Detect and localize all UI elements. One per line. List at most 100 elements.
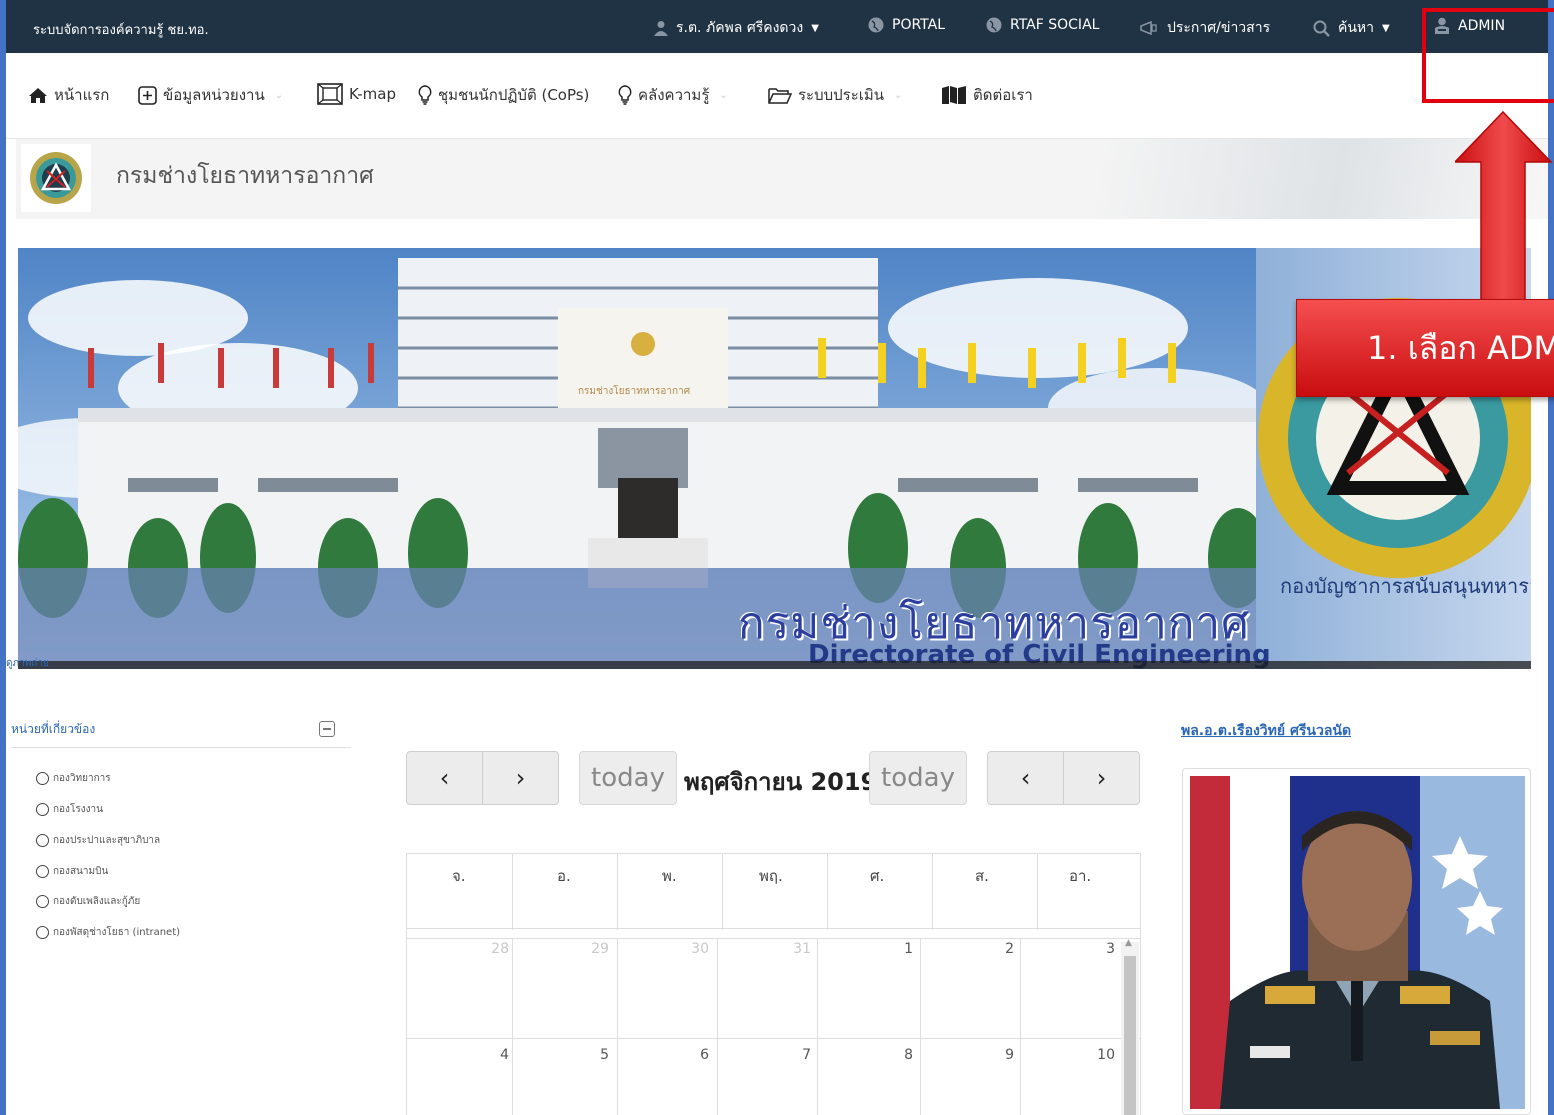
- nav-unit-info-label: ข้อมูลหน่วยงาน: [163, 86, 265, 104]
- grid-line: [722, 854, 723, 930]
- rtaf-social-link[interactable]: RTAF SOCIAL: [986, 17, 1099, 33]
- lightbulb-icon: [418, 85, 432, 105]
- nav-home[interactable]: หน้าแรก: [28, 83, 109, 107]
- day-cell[interactable]: 2: [984, 941, 1014, 957]
- collapse-toggle-icon[interactable]: [319, 721, 335, 737]
- grid-line: [1020, 938, 1021, 1115]
- weekday-label: พ.: [662, 867, 677, 885]
- unit-item[interactable]: กองโรงงาน: [36, 802, 103, 817]
- search-menu[interactable]: ค้นหา ▼: [1313, 17, 1390, 39]
- circle-icon: [36, 865, 49, 878]
- unit-item[interactable]: กองประปาและสุขาภิบาล: [36, 833, 160, 848]
- day-cell[interactable]: 8: [883, 1047, 913, 1063]
- scrollbar-thumb[interactable]: [1124, 956, 1136, 1115]
- chevron-down-icon: ⌄: [719, 89, 728, 101]
- folder-open-icon: [768, 87, 792, 104]
- calendar-scrollbar[interactable]: ▲: [1121, 938, 1139, 1115]
- org-logo[interactable]: [21, 144, 91, 212]
- callout-arrow-icon: [1455, 110, 1553, 305]
- admin-highlight-box: [1422, 8, 1554, 103]
- photo-caption-link[interactable]: ดูภาพถ่าย: [6, 656, 49, 671]
- day-cell[interactable]: 7: [781, 1047, 811, 1063]
- nav-cops[interactable]: ชุมชนนักปฏิบัติ (CoPs): [418, 83, 589, 107]
- unit-item[interactable]: กองวิทยาการ: [36, 771, 111, 786]
- nav-kmap[interactable]: K-map: [317, 83, 396, 105]
- unit-label: กองพัสดุช่างโยธา (intranet): [53, 927, 181, 938]
- divider: [11, 747, 351, 748]
- calendar-prev-button[interactable]: ‹: [406, 751, 483, 805]
- scroll-up-icon[interactable]: ▲: [1125, 938, 1132, 948]
- units-title: หน่วยที่เกี่ยวข้อง: [11, 722, 96, 736]
- lightbulb-icon: [618, 85, 632, 105]
- portal-link[interactable]: PORTAL: [868, 17, 945, 33]
- nav-home-label: หน้าแรก: [54, 86, 110, 104]
- top-bar: ระบบจัดการองค์ความรู้ ชย.ทอ. ร.ต. ภัคพล …: [6, 0, 1548, 53]
- day-cell[interactable]: 30: [679, 941, 709, 957]
- grid-line: [617, 938, 618, 1115]
- weekday-label: อา.: [1069, 867, 1092, 885]
- nav-eval[interactable]: ระบบประเมิน ⌄: [768, 83, 902, 107]
- grid-line: [617, 854, 618, 930]
- day-cell[interactable]: 28: [479, 941, 509, 957]
- nav-contact-label: ติดต่อเรา: [973, 86, 1033, 104]
- day-cell[interactable]: 29: [579, 941, 609, 957]
- nav-knowledge-label: คลังความรู้: [638, 86, 710, 104]
- nav-eval-label: ระบบประเมิน: [798, 86, 885, 104]
- nav-unit-info[interactable]: ข้อมูลหน่วยงาน ⌄: [138, 83, 283, 107]
- calendar-today-button-2[interactable]: today: [869, 751, 967, 805]
- day-cell[interactable]: 4: [479, 1047, 509, 1063]
- nav-knowledge[interactable]: คลังความรู้ ⌄: [618, 83, 728, 107]
- circle-icon: [36, 895, 49, 908]
- calendar-prev-button-2[interactable]: ‹: [987, 751, 1064, 805]
- calendar-next-button-2[interactable]: ›: [1063, 751, 1140, 805]
- globe-icon: [986, 17, 1002, 33]
- unit-item[interactable]: กองพัสดุช่างโยธา (intranet): [36, 925, 180, 940]
- day-cell[interactable]: 31: [781, 941, 811, 957]
- weekday-header: จ. อ. พ. พฤ. ศ. ส. อา.: [407, 853, 1140, 930]
- commander-name-link[interactable]: พล.อ.ต.เรืองวิทย์ ศรีนวลนัด: [1181, 720, 1351, 742]
- commander-photo-card: [1182, 768, 1531, 1115]
- user-menu[interactable]: ร.ต. ภัคพล ศรีคงดวง ▼: [654, 17, 819, 39]
- day-cell[interactable]: 1: [883, 941, 913, 957]
- circle-icon: [36, 834, 49, 847]
- day-cell[interactable]: 9: [984, 1047, 1014, 1063]
- portal-label: PORTAL: [892, 17, 946, 33]
- grid-line: [407, 938, 1140, 939]
- grid-line: [827, 854, 828, 930]
- megaphone-icon: [1140, 20, 1157, 36]
- chevron-down-icon: ⌄: [894, 89, 903, 101]
- calendar-today-button[interactable]: today: [579, 751, 677, 805]
- portrait-image: [1190, 776, 1525, 1109]
- unit-label: กองวิทยาการ: [53, 773, 111, 784]
- day-cell[interactable]: 10: [1085, 1047, 1115, 1063]
- plus-square-icon: [138, 85, 157, 105]
- commander-photo[interactable]: [1190, 776, 1525, 1109]
- calendar-title: พฤศจิกายน 2019: [684, 768, 878, 796]
- unit-label: กองโรงงาน: [53, 804, 103, 815]
- svg-text:กรมช่างโยธาทหารอากาศ: กรมช่างโยธาทหารอากาศ: [578, 384, 691, 397]
- unit-item[interactable]: กองสนามบิน: [36, 864, 108, 879]
- search-label: ค้นหา: [1338, 20, 1375, 36]
- day-cell[interactable]: 6: [679, 1047, 709, 1063]
- unit-label: กองประปาและสุขาภิบาล: [53, 835, 161, 846]
- grid-line: [920, 938, 921, 1115]
- map-icon: [942, 86, 966, 104]
- user-name: ร.ต. ภัคพล ศรีคงดวง: [676, 20, 804, 36]
- nav-kmap-label: K-map: [349, 85, 396, 103]
- day-cell[interactable]: 3: [1085, 941, 1115, 957]
- calendar-next-button[interactable]: ›: [482, 751, 559, 805]
- caret-down-icon: ▼: [811, 22, 819, 34]
- rtaf-social-label: RTAF SOCIAL: [1010, 17, 1100, 33]
- news-link[interactable]: ประกาศ/ข่าวสาร: [1139, 17, 1270, 39]
- site-brand[interactable]: ระบบจัดการองค์ความรู้ ชย.ทอ.: [33, 19, 209, 40]
- emblem-icon: [30, 152, 82, 204]
- nav-contact[interactable]: ติดต่อเรา: [941, 83, 1033, 107]
- weekday-label: จ.: [452, 867, 466, 885]
- day-cell[interactable]: 5: [579, 1047, 609, 1063]
- grid-line: [932, 854, 933, 930]
- instruction-callout: 1. เลือก ADMIN: [1296, 299, 1554, 397]
- search-icon: [1313, 20, 1330, 37]
- globe-icon: [868, 17, 884, 33]
- unit-item[interactable]: กองดับเพลิงและกู้ภัย: [36, 894, 140, 909]
- circle-icon: [36, 803, 49, 816]
